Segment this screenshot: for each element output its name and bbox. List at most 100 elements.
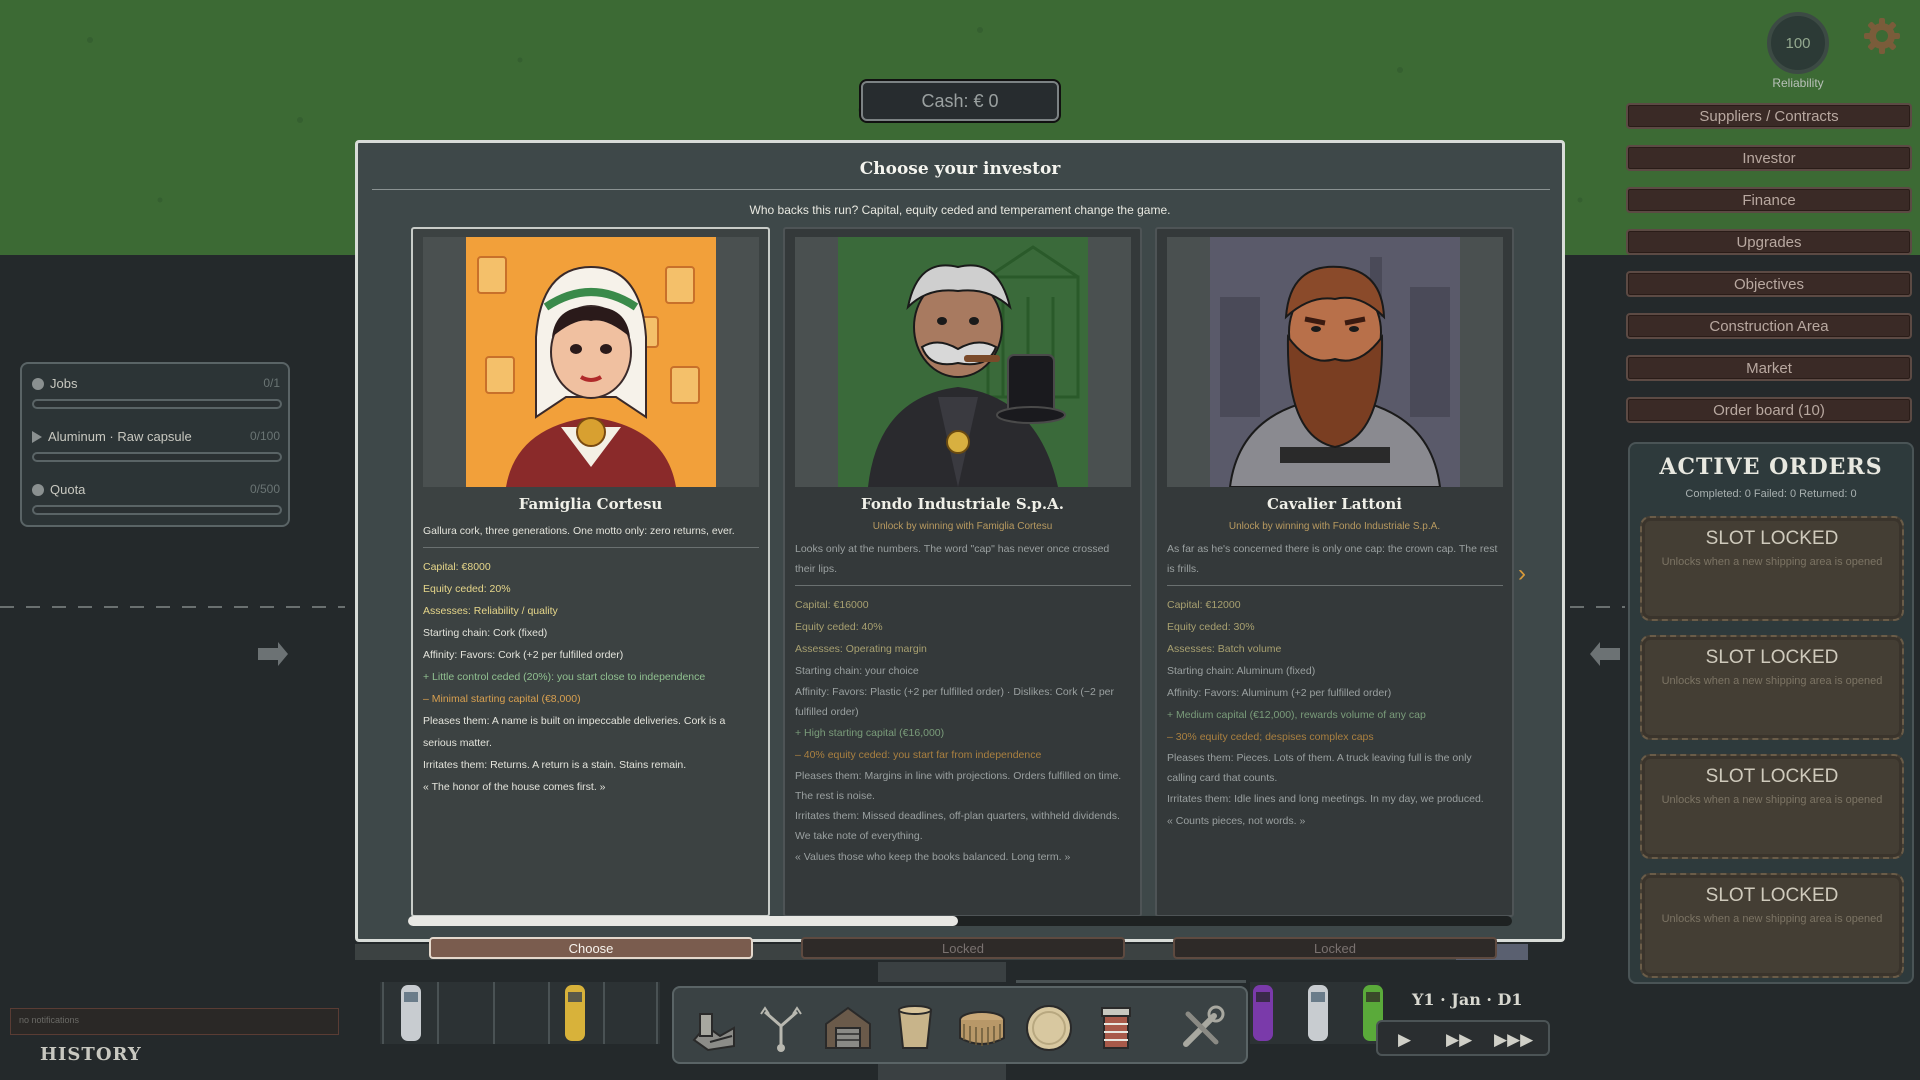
order-slot: SLOT LOCKED Unlocks when a new shipping a… — [1640, 873, 1904, 978]
locked-button[interactable]: Locked — [1173, 937, 1497, 959]
aluminum-progress-bar — [32, 452, 282, 462]
investor-details: Looks only at the numbers. The word "cap… — [795, 539, 1131, 868]
order-slot: SLOT LOCKED Unlocks when a new shipping a… — [1640, 516, 1904, 621]
history-title[interactable]: HISTORY — [40, 1044, 142, 1065]
jobs-label: Jobs — [50, 376, 78, 391]
modal-title: Choose your investor — [859, 159, 1061, 179]
jobs-value: 0/1 — [263, 376, 280, 390]
matriarch-portrait-icon — [466, 237, 716, 487]
investor-details: Gallura cork, three generations. One mot… — [423, 521, 759, 798]
investor-irritates: Irritates them: Missed deadlines, off-pl… — [795, 810, 1120, 842]
active-orders-panel: ACTIVE ORDERS Completed: 0 Failed: 0 Ret… — [1628, 442, 1914, 984]
unlock-requirement: Unlock by winning with Fondo Industriale… — [1228, 521, 1441, 532]
warehouse-icon[interactable] — [820, 1000, 876, 1056]
investor-pleases: Pleases them: A name is built on impecca… — [423, 715, 726, 749]
locked-button[interactable]: Locked — [801, 937, 1125, 959]
aluminum-value: 0/100 — [249, 429, 280, 443]
investor-chain: Starting chain: Cork (fixed) — [423, 627, 548, 639]
dot-icon — [32, 377, 44, 390]
notifications-box: no notifications — [10, 1008, 339, 1035]
splitter-icon[interactable] — [753, 1000, 809, 1056]
investor-portrait — [795, 237, 1131, 487]
choose-button[interactable]: Choose — [429, 937, 753, 959]
car-icon — [1308, 985, 1328, 1041]
slot-title: SLOT LOCKED — [1705, 528, 1839, 549]
play-icon[interactable]: ▶ — [1398, 1030, 1411, 1050]
jobs-panel: Jobs 0/1 Aluminum · Raw capsule 0/100 Quot… — [20, 362, 290, 527]
investor-equity: Equity ceded: 40% — [795, 621, 883, 633]
investor-chain: Starting chain: your choice — [795, 665, 919, 677]
slot-title: SLOT LOCKED — [1705, 885, 1839, 906]
jobs-row[interactable]: Jobs 0/1 — [32, 376, 282, 409]
aluminum-row[interactable]: Aluminum · Raw capsule 0/100 — [32, 429, 282, 462]
investor-assesses: Assesses: Operating margin — [795, 643, 927, 655]
investor-cons: – 30% equity ceded; despises complex cap… — [1167, 731, 1374, 743]
menu-upgrades[interactable]: Upgrades — [1626, 229, 1912, 255]
cork-icon[interactable] — [887, 1000, 943, 1056]
quota-label: Quota — [50, 482, 86, 497]
investor-pleases: Pleases them: Margins in line with proje… — [795, 770, 1122, 802]
build-toolbar — [672, 986, 1248, 1064]
dot-icon — [32, 483, 44, 496]
divider — [372, 189, 1550, 190]
fast-forward-icon[interactable]: ▶▶ — [1446, 1030, 1472, 1050]
unlock-requirement: Unlock by winning with Famiglia Cortesu — [872, 521, 1053, 532]
investor-portrait — [423, 237, 759, 487]
investor-pros: + Medium capital (€12,000), rewards volu… — [1167, 709, 1426, 721]
car-icon — [1253, 985, 1273, 1041]
investor-affinity: Affinity: Favors: Cork (+2 per fulfilled… — [423, 649, 624, 661]
reliability-label: Reliability — [1772, 76, 1824, 90]
expand-triangle-icon[interactable] — [32, 430, 42, 443]
bearded-industrialist-portrait-icon — [1210, 237, 1460, 487]
investor-pros: + Little control ceded (20%): you start … — [423, 671, 706, 683]
menu-objectives[interactable]: Objectives — [1626, 271, 1912, 297]
active-orders-stats: Completed: 0 Failed: 0 Returned: 0 — [1685, 488, 1857, 500]
investor-affinity: Affinity: Favors: Aluminum (+2 per fulfi… — [1167, 687, 1392, 699]
disc-cap-icon[interactable] — [1021, 1000, 1077, 1056]
menu-market[interactable]: Market — [1626, 355, 1912, 381]
investor-assesses: Assesses: Batch volume — [1167, 643, 1282, 655]
factory-icon[interactable] — [686, 1000, 742, 1056]
order-slot: SLOT LOCKED Unlocks when a new shipping a… — [1640, 754, 1904, 859]
chevron-right-icon[interactable]: › — [1518, 560, 1526, 588]
quota-row[interactable]: Quota 0/500 — [32, 482, 282, 515]
investor-details: As far as he's concerned there is only o… — [1167, 539, 1503, 832]
investor-card-fondo[interactable]: Fondo Industriale S.p.A. Unlock by winni… — [783, 227, 1142, 959]
investor-card-lattoni[interactable]: Cavalier Lattoni Unlock by winning with … — [1155, 227, 1514, 959]
investor-affinity: Affinity: Favors: Plastic (+2 per fulfil… — [795, 686, 1114, 718]
menu-construction-area[interactable]: Construction Area — [1626, 313, 1912, 339]
car-icon — [565, 985, 585, 1041]
cards-scrollbar[interactable] — [408, 916, 1512, 926]
reliability-gauge: 100 — [1767, 12, 1829, 74]
pillar-icon[interactable] — [1088, 1000, 1144, 1056]
investor-name: Famiglia Cortesu — [518, 495, 663, 513]
slot-subtitle: Unlocks when a new shipping area is open… — [1661, 913, 1883, 925]
investor-pleases: Pleases them: Pieces. Lots of them. A tr… — [1167, 752, 1472, 784]
divider — [423, 547, 759, 548]
gear-icon[interactable] — [1862, 16, 1902, 56]
menu-suppliers-contracts[interactable]: Suppliers / Contracts — [1626, 103, 1912, 129]
slot-subtitle: Unlocks when a new shipping area is open… — [1661, 556, 1883, 568]
menu-investor[interactable]: Investor — [1626, 145, 1912, 171]
investor-description: As far as he's concerned there is only o… — [1167, 543, 1498, 575]
investor-card-cortesu[interactable]: Famiglia Cortesu Gallura cork, three gen… — [411, 227, 770, 959]
divider — [795, 585, 1131, 586]
investor-chain: Starting chain: Aluminum (fixed) — [1167, 665, 1316, 677]
order-slot: SLOT LOCKED Unlocks when a new shipping a… — [1640, 635, 1904, 740]
tools-icon[interactable] — [1174, 1000, 1230, 1056]
menu-finance[interactable]: Finance — [1626, 187, 1912, 213]
quota-progress-bar — [32, 505, 282, 515]
investor-name: Cavalier Lattoni — [1267, 495, 1402, 513]
investor-quote: « Values those who keep the books balanc… — [795, 851, 1071, 863]
investor-pros: + High starting capital (€16,000) — [795, 727, 945, 739]
menu-order-board[interactable]: Order board (10) — [1626, 397, 1912, 423]
fastest-forward-icon[interactable]: ▶▶▶ — [1494, 1030, 1533, 1050]
investor-assesses: Assesses: Reliability / quality — [423, 605, 558, 617]
investor-portrait — [1167, 237, 1503, 487]
game-date: Y1 · Jan · D1 — [1412, 990, 1523, 1009]
scrollbar-thumb[interactable] — [408, 916, 958, 926]
investor-name: Fondo Industriale S.p.A. — [860, 495, 1065, 513]
investor-irritates: Irritates them: Idle lines and long meet… — [1167, 793, 1484, 805]
investor-quote: « The honor of the house comes first. » — [423, 781, 606, 793]
crown-cap-icon[interactable] — [954, 1000, 1010, 1056]
